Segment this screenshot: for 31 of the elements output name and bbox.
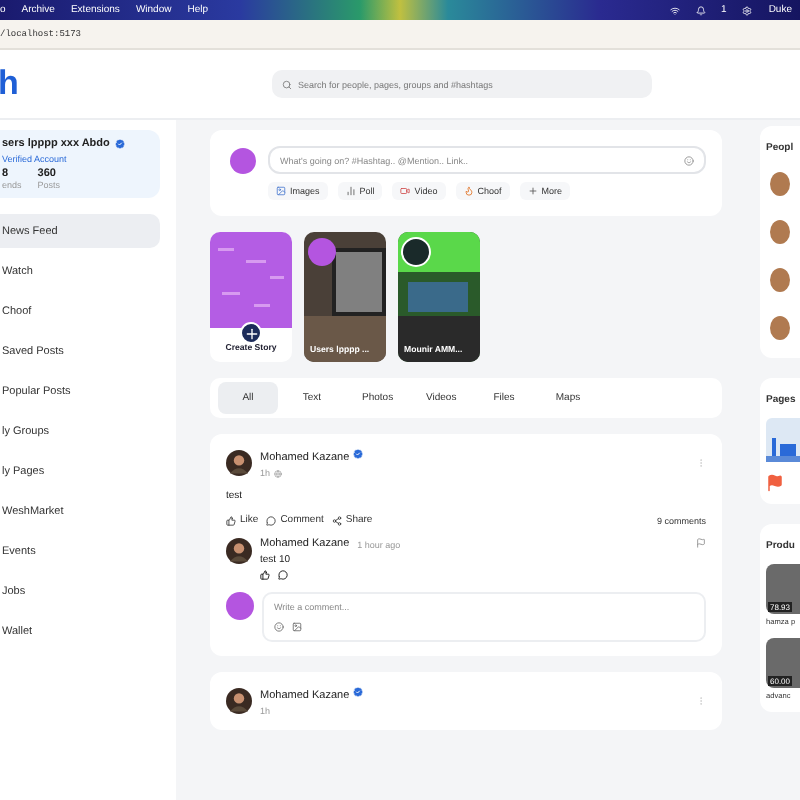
comment-icon — [266, 515, 277, 525]
flag-icon[interactable] — [696, 538, 706, 548]
share-icon — [331, 515, 342, 525]
fire-icon — [463, 186, 474, 196]
search-icon — [282, 79, 292, 89]
poll-icon — [345, 186, 356, 196]
emoji-icon[interactable] — [274, 622, 284, 632]
video-icon — [400, 186, 411, 196]
reply-icon[interactable] — [278, 570, 288, 580]
plus-icon — [527, 186, 538, 196]
avatar — [226, 450, 252, 476]
image-icon — [276, 186, 286, 196]
avatar[interactable] — [770, 268, 790, 292]
plus-icon[interactable] — [240, 322, 262, 344]
wifi-icon[interactable] — [669, 5, 680, 15]
like-icon[interactable] — [260, 570, 270, 580]
avatar[interactable] — [770, 172, 790, 196]
avatar — [226, 688, 252, 714]
globe-icon — [274, 469, 283, 477]
avatar[interactable] — [770, 316, 790, 340]
settings-icon[interactable] — [742, 5, 753, 15]
emoji-icon[interactable] — [684, 155, 694, 165]
bell-icon[interactable] — [695, 5, 706, 15]
like-icon — [226, 515, 236, 525]
flag-icon — [766, 474, 784, 492]
logo[interactable]: h — [0, 64, 198, 104]
avatar[interactable] — [770, 220, 790, 244]
avatar — [230, 147, 256, 173]
avatar — [226, 592, 254, 620]
avatar — [226, 538, 252, 564]
image-icon[interactable] — [292, 622, 302, 632]
